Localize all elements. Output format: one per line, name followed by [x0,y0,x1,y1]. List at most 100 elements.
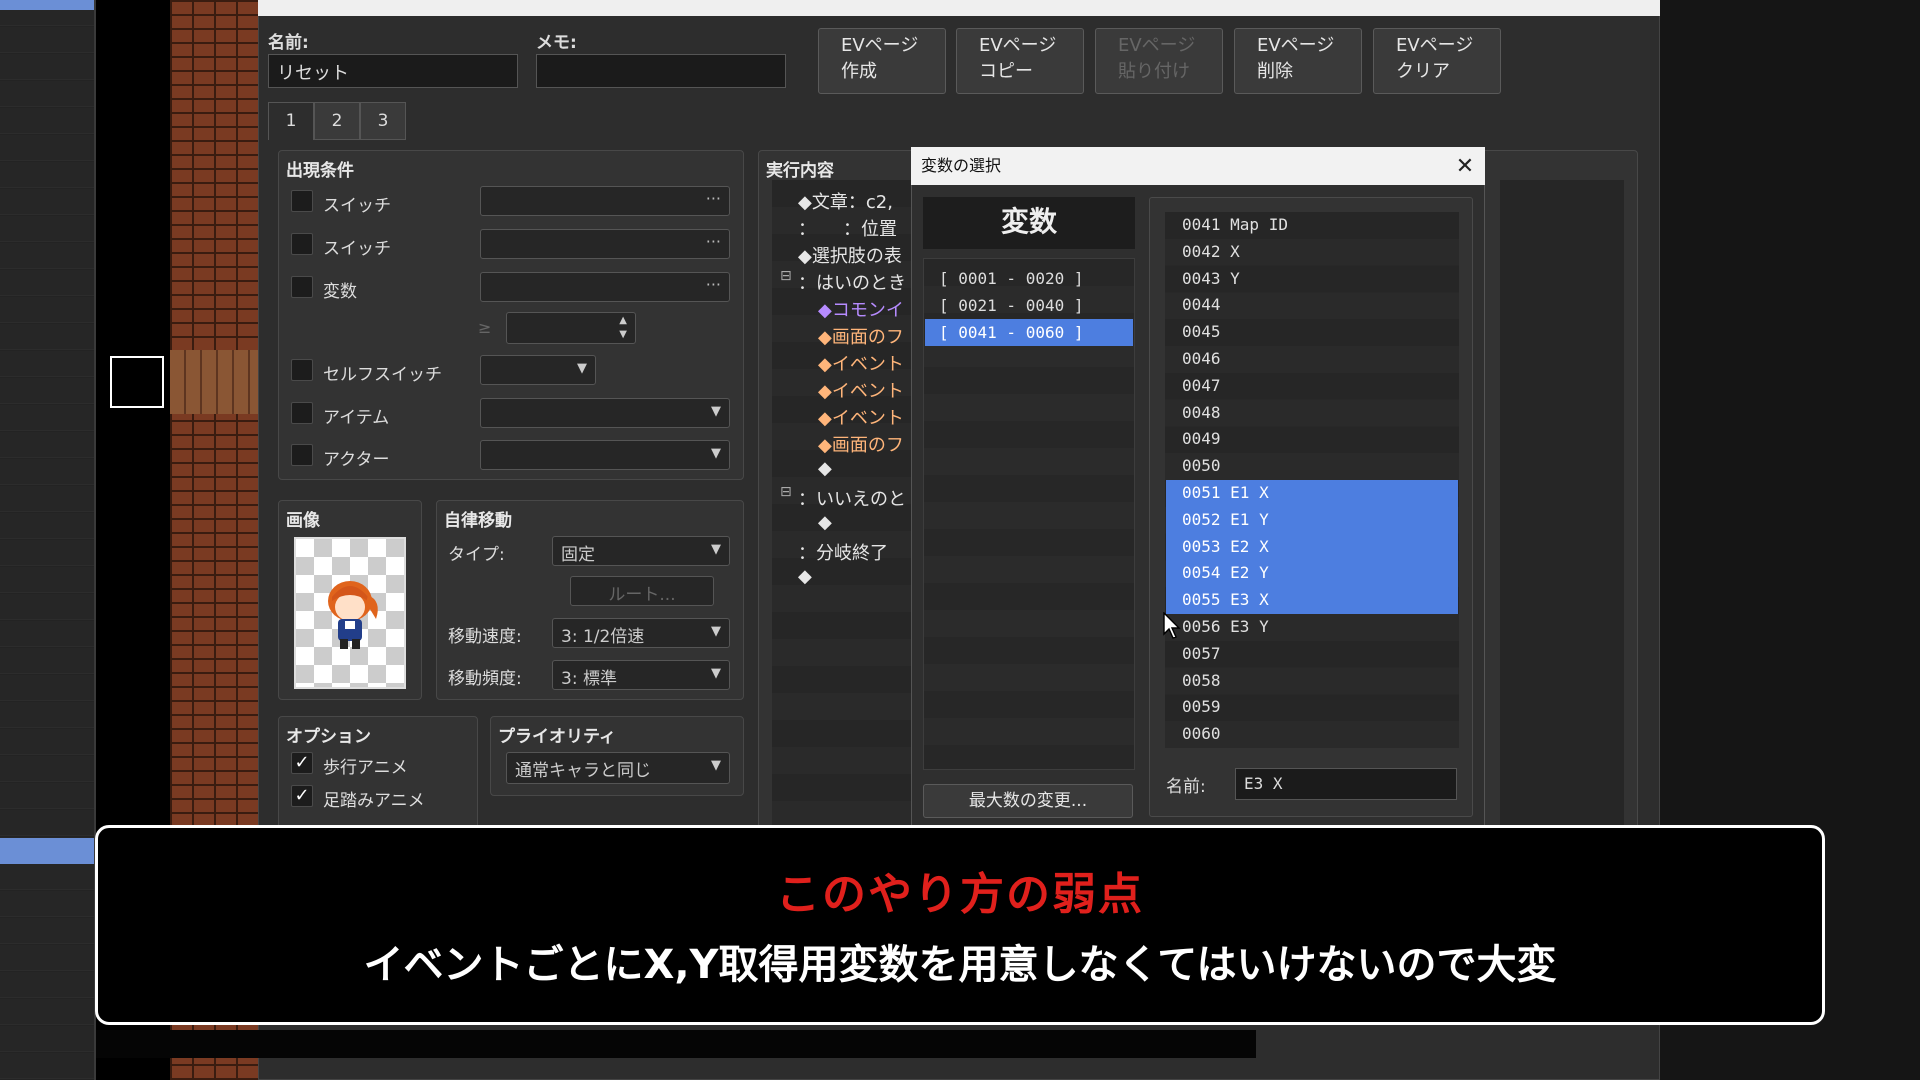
variable-item-selected[interactable]: 0051 E1 X [1166,480,1458,507]
move-freq-select[interactable]: 3: 標準 ▼ [552,660,730,690]
variable-item-selected[interactable]: 0052 E1 Y [1166,506,1458,534]
event-list-row[interactable] [0,297,94,323]
variable-item-selected[interactable]: 0053 E2 X [1166,533,1458,561]
variable-item[interactable]: 0045 [1166,319,1458,346]
event-list-row[interactable] [0,216,94,242]
command-line[interactable]: ◆ [818,512,832,533]
command-line[interactable]: ◆ [798,566,812,587]
command-line[interactable]: ◆文章：c2, [798,188,893,214]
cond-actor-select[interactable]: ▼ [480,440,730,470]
move-speed-select[interactable]: 3: 1/2倍速 ▼ [552,618,730,648]
page-tab-1[interactable]: 1 [268,102,314,140]
event-list-row[interactable] [0,27,94,53]
event-list-row[interactable] [0,324,94,350]
event-list-row[interactable] [0,729,94,755]
command-line[interactable]: ◆コモンイ [818,296,904,322]
command-line[interactable]: ：はいのとき [798,269,906,295]
variable-name-input[interactable]: E3 X [1235,768,1457,800]
walk-anime-checkbox[interactable]: ✓ [291,752,313,774]
event-list-row[interactable] [0,864,94,890]
variable-item-selected[interactable]: 0054 E2 Y [1166,560,1458,588]
event-list-row[interactable] [0,54,94,80]
event-list-row[interactable] [0,675,94,701]
event-list-row[interactable] [0,135,94,161]
event-memo-input[interactable] [536,54,786,88]
variable-item[interactable]: 0048 [1166,400,1458,427]
variable-group-item-selected[interactable]: [ 0041 - 0060 ] [925,319,1133,346]
event-list-row[interactable] [0,486,94,512]
event-list-row[interactable] [0,378,94,404]
event-graphic-preview[interactable] [294,537,406,689]
event-list-row[interactable] [0,756,94,782]
command-line[interactable]: ： ：位置 [798,215,897,241]
cond-item-select[interactable]: ▼ [480,398,730,428]
event-list-row[interactable] [0,972,94,998]
event-list-row[interactable] [0,351,94,377]
event-list-row[interactable] [0,81,94,107]
event-list-row[interactable] [0,270,94,296]
event-list-selected-top[interactable] [0,0,94,10]
event-list-row[interactable] [0,945,94,971]
event-name-input[interactable]: リセット [268,54,518,88]
event-list-row[interactable] [0,432,94,458]
event-list-row[interactable] [0,648,94,674]
command-line[interactable]: ：いいえのと [798,485,906,511]
command-line[interactable]: ：分岐終了 [798,539,888,565]
cond-variable-value-stepper[interactable]: ▲ ▼ [506,312,636,344]
event-list-row[interactable] [0,918,94,944]
event-list-row[interactable] [0,1053,94,1079]
variable-item[interactable]: 0050 [1166,453,1458,480]
cond-actor-checkbox[interactable] [291,444,313,466]
variable-item[interactable]: 0057 [1166,641,1458,668]
event-list-row[interactable] [0,540,94,566]
collapse-icon[interactable]: ⊟ [780,484,792,500]
event-list-row[interactable] [0,702,94,728]
variable-item[interactable]: 0043 Y [1166,266,1458,293]
variable-group-item[interactable]: [ 0001 - 0020 ] [925,265,1133,292]
event-list-row[interactable] [0,891,94,917]
cond-selfswitch-checkbox[interactable] [291,359,313,381]
ev-page-paste-button[interactable]: EVページ 貼り付け [1095,28,1223,94]
collapse-icon[interactable]: ⊟ [780,268,792,284]
command-line[interactable]: ◆イベント [818,350,904,376]
event-list-selected-row[interactable] [0,838,94,864]
event-list-row[interactable] [0,189,94,215]
variable-item[interactable]: 0047 [1166,373,1458,400]
cond-switch2-picker[interactable]: ··· [480,229,730,259]
command-line[interactable]: ◆選択肢の表 [798,242,902,268]
stepper-up-icon[interactable]: ▲ [619,315,627,326]
cond-selfswitch-select[interactable]: ▼ [480,355,596,385]
cond-switch1-picker[interactable]: ··· [480,186,730,216]
command-line[interactable]: ◆画面のフ [818,431,904,457]
event-list-row[interactable] [0,783,94,809]
variable-item[interactable]: 0058 [1166,668,1458,695]
command-line[interactable]: ◆イベント [818,404,904,430]
event-list-row[interactable] [0,810,94,836]
command-line[interactable]: ◆画面のフ [818,323,904,349]
event-list-row[interactable] [0,108,94,134]
variable-item[interactable]: 0044 [1166,292,1458,319]
cond-item-checkbox[interactable] [291,402,313,424]
event-list-row[interactable] [0,513,94,539]
cond-variable-picker[interactable]: ··· [480,272,730,302]
ev-page-clear-button[interactable]: EVページ クリア [1373,28,1501,94]
page-tab-3[interactable]: 3 [360,102,406,140]
variable-item[interactable]: 0060 [1166,721,1458,748]
ev-page-delete-button[interactable]: EVページ 削除 [1234,28,1362,94]
variable-item[interactable]: 0046 [1166,346,1458,373]
page-tab-2[interactable]: 2 [314,102,360,140]
ev-page-create-button[interactable]: EVページ 作成 [818,28,946,94]
event-list-row[interactable] [0,567,94,593]
cond-switch1-checkbox[interactable] [291,190,313,212]
event-list-row[interactable] [0,405,94,431]
event-list-row[interactable] [0,621,94,647]
variable-item[interactable]: 0041 Map ID [1166,212,1458,239]
event-list-row[interactable] [0,459,94,485]
priority-select[interactable]: 通常キャラと同じ ▼ [506,752,730,784]
cond-switch2-checkbox[interactable] [291,233,313,255]
command-line[interactable]: ◆ [818,458,832,479]
variable-item[interactable]: 0059 [1166,694,1458,721]
stepper-down-icon[interactable]: ▼ [619,329,627,340]
ev-page-copy-button[interactable]: EVページ コピー [956,28,1084,94]
route-button[interactable]: ルート... [570,576,714,606]
